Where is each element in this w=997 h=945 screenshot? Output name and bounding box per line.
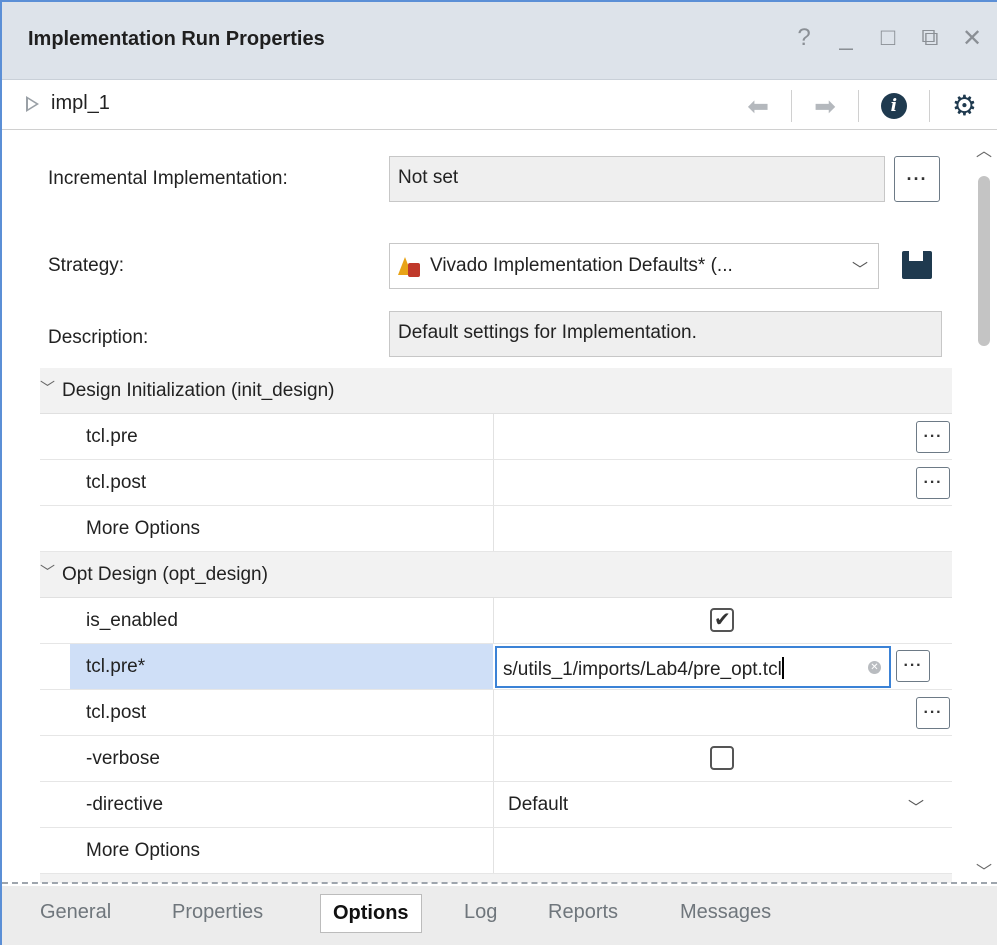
description-label: Description:: [48, 327, 149, 348]
column-divider: [493, 828, 494, 873]
strategy-label: Strategy:: [48, 255, 125, 276]
gear-icon[interactable]: ⚙: [952, 92, 977, 120]
title-bar: Implementation Run Properties ? _ □ ⧉ ✕: [2, 2, 997, 80]
browse-button[interactable]: ···: [916, 421, 950, 453]
table-row[interactable]: is_enabled: [40, 598, 952, 644]
description-field: Default settings for Implementation.: [389, 311, 942, 357]
column-divider: [493, 414, 494, 459]
chevron-down-icon[interactable]: ﹀: [40, 377, 55, 398]
browse-button[interactable]: ···: [916, 697, 950, 729]
table-row[interactable]: -directive Default ﹀: [40, 782, 952, 828]
tab-properties[interactable]: Properties: [172, 901, 263, 924]
column-divider: [493, 460, 494, 505]
property-name: tcl.post: [86, 702, 147, 723]
forward-arrow-icon[interactable]: ➡: [814, 91, 836, 122]
property-name: is_enabled: [86, 610, 178, 631]
toolbar-separator: [857, 90, 859, 122]
toolbar-separator: [928, 90, 930, 122]
close-icon[interactable]: ✕: [961, 24, 983, 53]
scroll-down-icon[interactable]: ﹀: [976, 858, 992, 882]
table-row[interactable]: tcl.post ···: [40, 460, 952, 506]
tab-log[interactable]: Log: [464, 901, 497, 924]
scroll-up-icon[interactable]: ︿: [976, 137, 992, 161]
text-caret: [781, 657, 784, 679]
incremental-browse-button[interactable]: ···: [894, 156, 940, 202]
table-row[interactable]: tcl.pre ···: [40, 414, 952, 460]
is-enabled-checkbox[interactable]: [710, 607, 734, 632]
strategy-select[interactable]: Vivado Implementation Defaults* (... ﹀: [389, 243, 879, 289]
group-header-opt-design[interactable]: ﹀ Opt Design (opt_design): [40, 552, 952, 598]
scroll-thumb[interactable]: [978, 176, 990, 346]
strategy-row: Strategy:: [48, 255, 388, 277]
column-divider: [493, 782, 494, 827]
info-icon[interactable]: i: [880, 93, 907, 119]
table-row-selected[interactable]: tcl.pre* s/utils_1/imports/Lab4/pre_opt.…: [40, 644, 952, 690]
column-divider: [493, 736, 494, 781]
table-row[interactable]: More Options: [40, 506, 952, 552]
group-title: Opt Design (opt_design): [62, 564, 268, 585]
property-name: tcl.pre*: [86, 656, 146, 677]
toolbar-actions: ⬅ ➡ i ⚙: [747, 90, 977, 122]
properties-window: Implementation Run Properties ? _ □ ⧉ ✕ …: [0, 0, 997, 945]
vertical-scrollbar[interactable]: ︿ ﹀: [972, 131, 996, 883]
minimize-icon[interactable]: _: [835, 24, 857, 53]
column-divider: [493, 506, 494, 551]
float-icon[interactable]: ⧉: [919, 24, 941, 53]
toolbar-separator: [791, 90, 793, 122]
panel-divider: [2, 882, 997, 884]
run-play-icon: [26, 95, 39, 112]
chevron-down-icon: ﹀: [851, 262, 868, 279]
column-divider: [493, 690, 494, 735]
property-name: tcl.pre: [86, 426, 138, 447]
tab-messages[interactable]: Messages: [680, 901, 771, 924]
tcl-pre-input[interactable]: s/utils_1/imports/Lab4/pre_opt.tcl ✕: [495, 646, 891, 688]
chevron-down-icon[interactable]: ﹀: [40, 561, 55, 582]
verbose-checkbox[interactable]: [710, 746, 734, 770]
description-row: Description:: [48, 327, 388, 349]
group-title: Design Initialization (init_design): [62, 380, 335, 401]
properties-content: Incremental Implementation: Not set ··· …: [2, 131, 997, 883]
tab-general[interactable]: General: [40, 901, 111, 924]
browse-button[interactable]: ···: [896, 650, 930, 682]
property-table: ﹀ Design Initialization (init_design) tc…: [40, 368, 952, 883]
window-controls: ? _ □ ⧉ ✕: [793, 24, 983, 53]
column-divider: [493, 598, 494, 643]
help-icon[interactable]: ?: [793, 24, 815, 53]
table-row[interactable]: tcl.post ···: [40, 690, 952, 736]
clear-icon[interactable]: ✕: [868, 661, 881, 674]
table-row[interactable]: -verbose: [40, 736, 952, 782]
tab-options[interactable]: Options: [320, 894, 422, 933]
incremental-label: Incremental Implementation:: [48, 168, 288, 189]
incremental-field: Not set: [389, 156, 885, 202]
tab-reports[interactable]: Reports: [548, 901, 618, 924]
incremental-row: Incremental Implementation:: [48, 168, 388, 190]
run-name: impl_1: [51, 92, 110, 114]
window-title: Implementation Run Properties: [28, 28, 325, 50]
browse-button[interactable]: ···: [916, 467, 950, 499]
save-icon[interactable]: [902, 251, 932, 279]
bottom-tabs: General Properties Options Log Reports M…: [2, 886, 997, 945]
run-header: impl_1: [26, 92, 110, 115]
chevron-down-icon[interactable]: ﹀: [908, 794, 924, 818]
strategy-value: Vivado Implementation Defaults* (...: [430, 255, 733, 276]
tcl-pre-value: s/utils_1/imports/Lab4/pre_opt.tcl: [503, 659, 782, 680]
back-arrow-icon[interactable]: ⬅: [747, 91, 769, 122]
group-header-init-design[interactable]: ﹀ Design Initialization (init_design): [40, 368, 952, 414]
property-name: More Options: [86, 518, 201, 539]
property-name: -verbose: [86, 748, 160, 769]
property-name: tcl.post: [86, 472, 147, 493]
property-name: -directive: [86, 794, 164, 815]
table-row[interactable]: More Options: [40, 828, 952, 874]
strategy-icon: [398, 255, 420, 277]
directive-value[interactable]: Default: [508, 794, 568, 816]
toolbar: impl_1 ⬅ ➡ i ⚙: [2, 80, 997, 130]
property-name: More Options: [86, 840, 201, 861]
maximize-icon[interactable]: □: [877, 24, 899, 53]
